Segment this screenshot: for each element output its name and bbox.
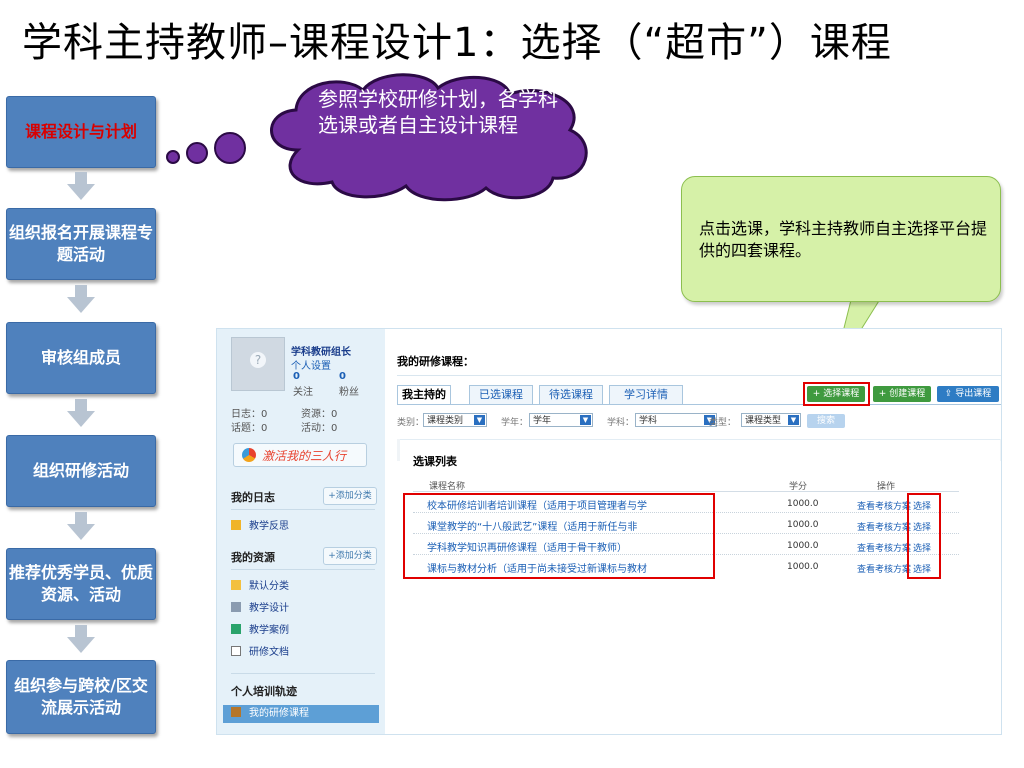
add-diary-category-button[interactable]: +添加分类 xyxy=(323,487,377,505)
callout-text: 点击选课，学科主持教师自主选择平台提供的四套课程。 xyxy=(699,219,988,260)
category-select[interactable]: 课程类别 ▼ xyxy=(423,413,487,427)
flow-step-cross-school: 组织参与跨校/区交流展示活动 xyxy=(6,660,156,734)
case-icon xyxy=(231,624,241,634)
follow-label: 关注 xyxy=(293,387,313,398)
year-label: 学年： xyxy=(501,418,529,428)
down-arrow-icon xyxy=(67,172,95,200)
down-arrow-icon xyxy=(67,512,95,540)
sidebar-item-my-courses[interactable]: 我的研修课程 xyxy=(223,705,379,723)
settings-link[interactable]: 个人设置 xyxy=(291,357,331,372)
document-icon xyxy=(231,646,241,656)
user-name[interactable]: 学科教研组长 xyxy=(291,343,351,358)
cloud-text: 参照学校研修计划，各学科选课或者自主设计课程 xyxy=(318,87,558,137)
chevron-down-icon: ▼ xyxy=(788,415,799,425)
flow-step-course-design: 课程设计与计划 xyxy=(6,96,156,168)
tab-pending[interactable]: 待选课程 xyxy=(539,385,603,405)
track-heading: 个人培训轨迹 xyxy=(231,685,297,698)
year-select[interactable]: 学年 ▼ xyxy=(529,413,593,427)
page-title: 我的研修课程： xyxy=(397,355,474,368)
down-arrow-icon xyxy=(67,285,95,313)
platform-screenshot: ? 学科教研组长 个人设置 0 0 关注 粉丝 日志：0 资源：0 话题：0 活… xyxy=(216,328,1002,735)
divider xyxy=(231,569,375,570)
sidebar-item-reflection[interactable]: 教学反思 xyxy=(231,517,289,532)
activate-button[interactable]: 激活我的三人行 xyxy=(233,443,367,467)
sidebar-item-docs[interactable]: 研修文档 xyxy=(231,643,289,658)
sanrenxing-logo-icon xyxy=(242,448,256,462)
tab-study-details[interactable]: 学习详情 xyxy=(609,385,683,405)
topic-stat: 话题：0 xyxy=(231,423,268,434)
search-button[interactable]: 搜索 xyxy=(807,414,845,428)
course-credit: 1000.0 xyxy=(787,541,819,551)
view-assessment-link[interactable]: 查看考核方案 xyxy=(857,541,911,554)
activity-stat: 活动：0 xyxy=(301,423,338,434)
book-icon xyxy=(231,707,241,717)
fans-label: 粉丝 xyxy=(339,387,359,398)
thought-dot xyxy=(214,132,246,164)
down-arrow-icon xyxy=(67,399,95,427)
chevron-down-icon: ▼ xyxy=(580,415,591,425)
flow-step-registration: 组织报名开展课程专题活动 xyxy=(6,208,156,280)
sidebar: ? 学科教研组长 个人设置 0 0 关注 粉丝 日志：0 资源：0 话题：0 活… xyxy=(217,329,385,734)
down-arrow-icon xyxy=(67,625,95,653)
list-title: 选课列表 xyxy=(413,455,457,468)
divider xyxy=(231,509,375,510)
subject-select[interactable]: 学科 ▼ xyxy=(635,413,717,427)
divider xyxy=(231,673,375,674)
subject-label: 学科： xyxy=(607,418,635,428)
add-resource-category-button[interactable]: +添加分类 xyxy=(323,547,377,565)
category-label: 类别： xyxy=(397,418,425,428)
flow-step-recommend: 推荐优秀学员、优质资源、活动 xyxy=(6,548,156,620)
tab-selected[interactable]: 已选课程 xyxy=(469,385,533,405)
question-icon: ? xyxy=(250,352,266,368)
divider xyxy=(397,375,1001,376)
slide-title: 学科主持教师–课程设计1：选择（“超市”）课程 xyxy=(22,20,892,66)
sidebar-item-cases[interactable]: 教学案例 xyxy=(231,621,289,636)
resource-stat: 资源：0 xyxy=(301,409,338,420)
chevron-down-icon: ▼ xyxy=(474,415,485,425)
folder-icon xyxy=(231,580,241,590)
view-assessment-link[interactable]: 查看考核方案 xyxy=(857,520,911,533)
flow-step-organize-activities: 组织研修活动 xyxy=(6,435,156,507)
avatar[interactable]: ? xyxy=(231,337,285,391)
type-select[interactable]: 课程类型 ▼ xyxy=(741,413,801,427)
note-icon xyxy=(231,520,241,530)
highlight-select-links xyxy=(907,493,941,579)
thought-dot xyxy=(186,142,208,164)
upload-icon: ⇪ xyxy=(944,389,953,399)
tab-hosted[interactable]: 我主持的 xyxy=(397,385,451,405)
view-assessment-link[interactable]: 查看考核方案 xyxy=(857,562,911,575)
course-credit: 1000.0 xyxy=(787,562,819,572)
type-label: 类型： xyxy=(709,418,737,428)
course-credit: 1000.0 xyxy=(787,520,819,530)
highlight-course-names xyxy=(403,493,715,579)
create-course-button[interactable]: + 创建课程 xyxy=(873,386,931,402)
sidebar-item-default[interactable]: 默认分类 xyxy=(231,577,289,592)
view-assessment-link[interactable]: 查看考核方案 xyxy=(857,499,911,512)
course-credit: 1000.0 xyxy=(787,499,819,509)
highlight-select-course xyxy=(803,382,870,406)
flow-step-review-members: 审核组成员 xyxy=(6,322,156,394)
export-course-button[interactable]: ⇪ 导出课程 xyxy=(937,386,999,402)
activate-label: 激活我的三人行 xyxy=(262,449,347,463)
divider xyxy=(413,491,959,492)
follow-count[interactable]: 0 xyxy=(293,371,300,382)
sidebar-item-design[interactable]: 教学设计 xyxy=(231,599,289,614)
fans-count[interactable]: 0 xyxy=(339,371,346,382)
resource-heading: 我的资源 xyxy=(231,551,275,564)
tab-divider xyxy=(397,404,1001,405)
diary-heading: 我的日志 xyxy=(231,491,275,504)
design-icon xyxy=(231,602,241,612)
log-stat: 日志：0 xyxy=(231,409,268,420)
thought-dot xyxy=(166,150,180,164)
